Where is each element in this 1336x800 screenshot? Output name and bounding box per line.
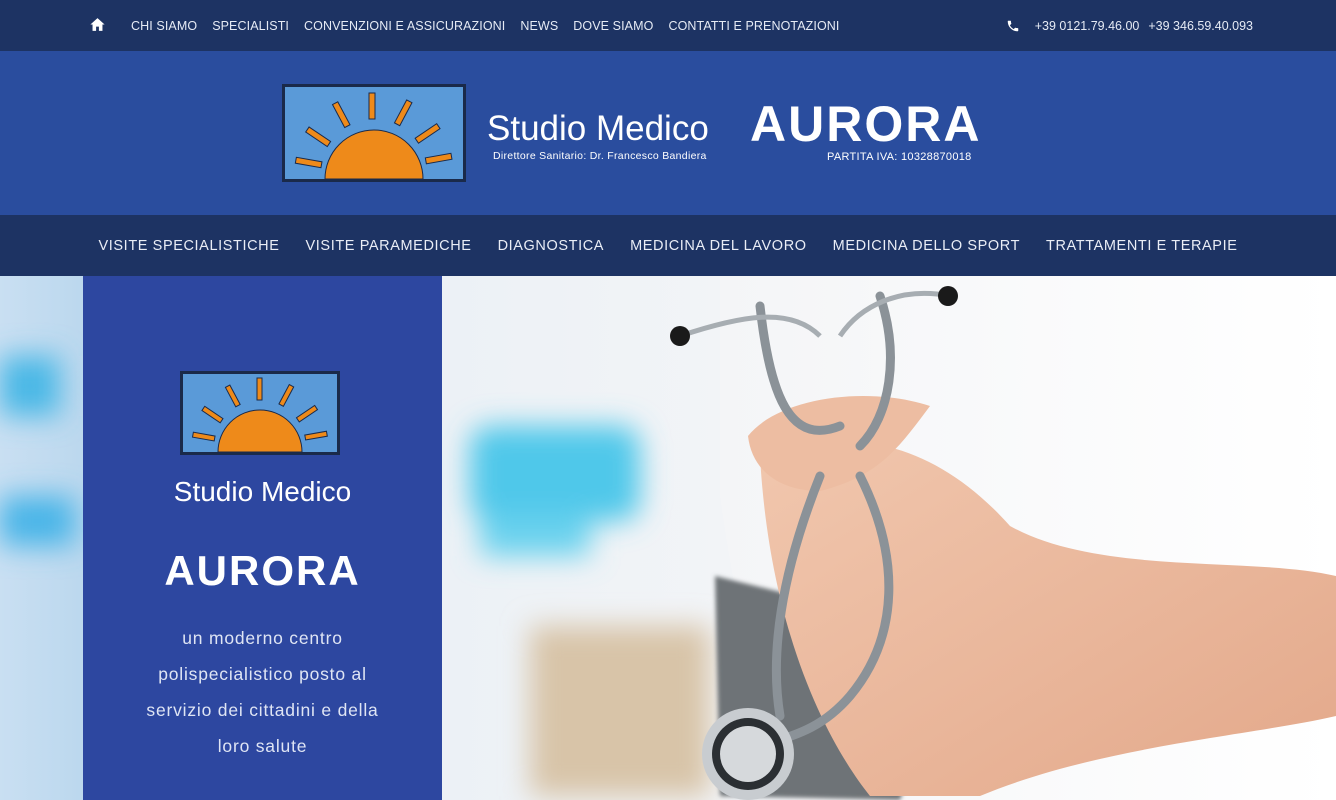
brand-subtitle: Direttore Sanitario: Dr. Francesco Bandi…	[493, 150, 707, 162]
nav-medicina-del-lavoro[interactable]: MEDICINA DEL LAVORO	[630, 238, 807, 254]
brand-vat: PARTITA IVA: 10328870018	[827, 151, 972, 163]
phone-icon	[1007, 20, 1018, 31]
top-nav-specialisti[interactable]: SPECIALISTI	[212, 19, 289, 33]
nav-visite-paramediche[interactable]: VISITE PARAMEDICHE	[306, 238, 472, 254]
hero-logo-name: AURORA	[164, 547, 361, 594]
top-nav-news[interactable]: NEWS	[520, 19, 558, 33]
sun-logo-icon	[180, 371, 340, 455]
top-nav: CHI SIAMO SPECIALISTI CONVENZIONI E ASSI…	[131, 0, 840, 51]
phone-number-1[interactable]: +39 0121.79.46.00	[1035, 19, 1140, 33]
phone-number-2[interactable]: +39 346.59.40.093	[1148, 19, 1253, 33]
brand-title: Studio Medico	[487, 109, 709, 148]
top-nav-dove-siamo[interactable]: DOVE SIAMO	[573, 19, 653, 33]
top-nav-chi-siamo[interactable]: CHI SIAMO	[131, 19, 197, 33]
hero-logo-title: Studio Medico	[173, 476, 352, 507]
phone-numbers: +39 0121.79.46.00 +39 346.59.40.093	[1006, 0, 1253, 51]
sun-logo-icon[interactable]	[282, 84, 466, 182]
nav-visite-specialistiche[interactable]: VISITE SPECIALISTICHE	[99, 238, 280, 254]
top-nav-contatti[interactable]: CONTATTI E PRENOTAZIONI	[668, 19, 839, 33]
top-nav-convenzioni[interactable]: CONVENZIONI E ASSICURAZIONI	[304, 19, 505, 33]
brand-name: AURORA	[750, 96, 982, 152]
main-nav: VISITE SPECIALISTICHE VISITE PARAMEDICHE…	[0, 215, 1336, 276]
nav-trattamenti-e-terapie[interactable]: TRATTAMENTI E TERAPIE	[1046, 238, 1237, 254]
hero-tagline: un moderno centro polispecialistico post…	[146, 628, 379, 756]
nav-medicina-dello-sport[interactable]: MEDICINA DELLO SPORT	[833, 238, 1020, 254]
brand-header: Studio Medico Direttore Sanitario: Dr. F…	[0, 51, 1336, 215]
home-icon[interactable]	[89, 16, 106, 33]
top-bar: CHI SIAMO SPECIALISTI CONVENZIONI E ASSI…	[0, 0, 1336, 51]
nav-diagnostica[interactable]: DIAGNOSTICA	[498, 238, 605, 254]
